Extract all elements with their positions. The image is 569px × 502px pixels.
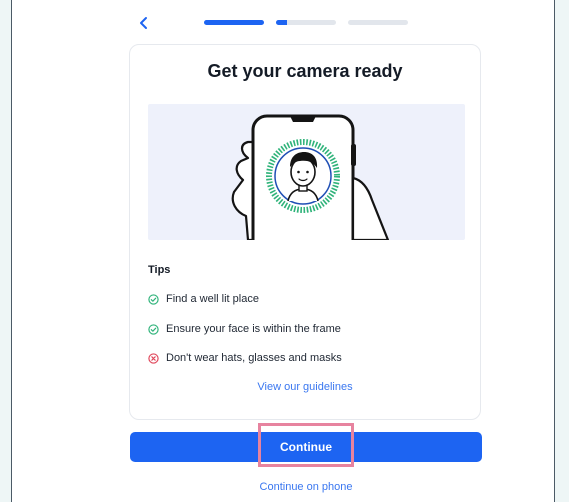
- camera-ready-card: Get your camera ready Tips Find a well l…: [129, 44, 481, 420]
- right-hand-illustration: [351, 176, 390, 240]
- chevron-left-icon: [140, 17, 147, 29]
- tip-item: Ensure your face is within the frame: [148, 323, 341, 335]
- check-circle-icon: [148, 293, 159, 305]
- tip-text: Ensure your face is within the frame: [166, 323, 341, 335]
- tips-heading: Tips: [148, 264, 171, 276]
- face-illustration: [287, 152, 319, 202]
- app-frame: Get your camera ready Tips Find a well l…: [11, 0, 555, 502]
- x-circle-icon: [148, 352, 159, 364]
- tip-item: Find a well lit place: [148, 293, 259, 305]
- page-title: Get your camera ready: [207, 61, 403, 81]
- tip-text: Find a well lit place: [166, 293, 259, 305]
- progress-step-3: [348, 20, 408, 25]
- tip-item: Don't wear hats, glasses and masks: [148, 352, 342, 364]
- tip-text: Don't wear hats, glasses and masks: [166, 352, 342, 364]
- continue-on-phone-link[interactable]: Continue on phone: [130, 481, 482, 493]
- continue-button[interactable]: Continue: [130, 432, 482, 462]
- progress-step-2: [276, 20, 336, 25]
- view-guidelines-link[interactable]: View our guidelines: [130, 381, 480, 393]
- check-circle-icon: [148, 323, 159, 335]
- progress-step-1: [204, 20, 264, 25]
- back-button[interactable]: [136, 13, 154, 33]
- face-scan-illustration: [148, 104, 465, 240]
